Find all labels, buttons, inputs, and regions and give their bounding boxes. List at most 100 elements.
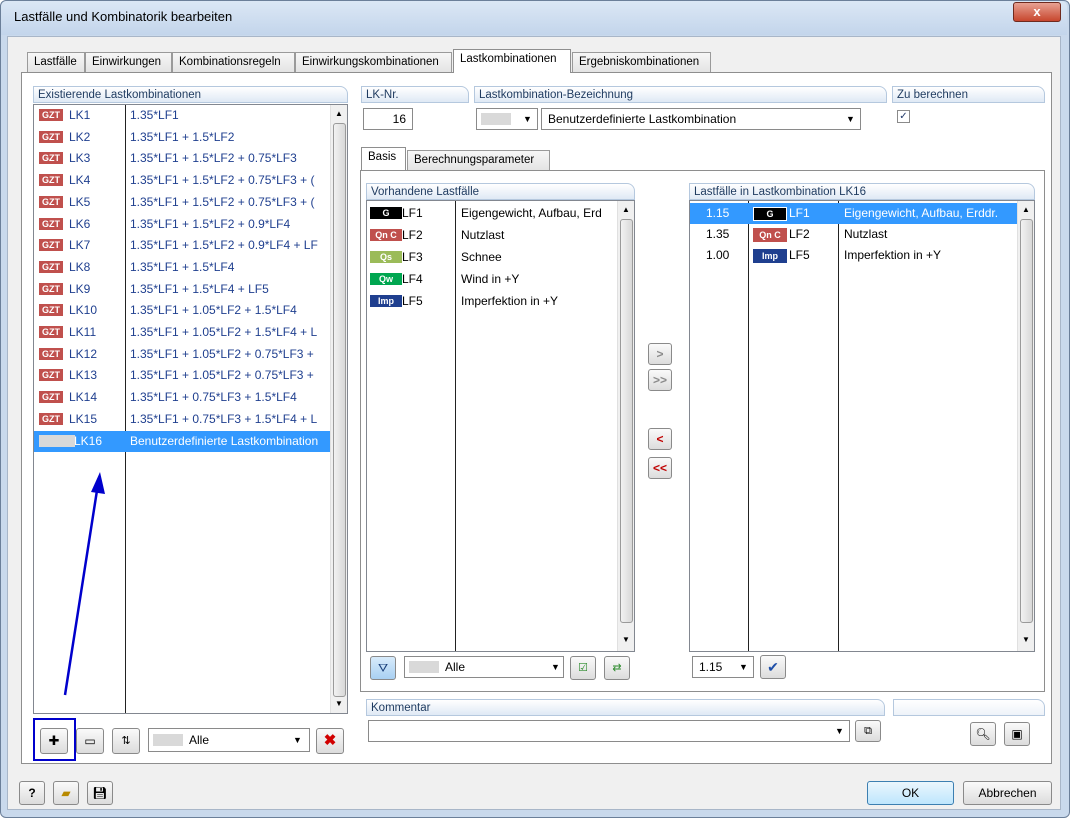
list-item[interactable]: GZT LK5 1.35*LF1 + 1.5*LF2 + 0.75*LF3 + ( xyxy=(34,192,330,213)
ok-button[interactable]: OK xyxy=(867,781,954,805)
cancel-button[interactable]: Abbrechen xyxy=(963,781,1052,805)
list-item[interactable]: GZT LK15 1.35*LF1 + 0.75*LF3 + 1.5*LF4 + L xyxy=(34,409,330,430)
load-case-name: Imperfektion in +Y xyxy=(461,294,559,308)
preview-button[interactable]: 🔍︎ xyxy=(970,722,996,746)
load-type-badge: G xyxy=(753,207,787,221)
scroll-down-icon[interactable]: ▼ xyxy=(1022,635,1030,644)
load-case-id: LF1 xyxy=(402,206,423,220)
scroll-down-icon[interactable]: ▼ xyxy=(622,635,630,644)
factor-value: 1.15 xyxy=(699,660,723,674)
scrollbar[interactable]: ▲ ▼ xyxy=(1017,201,1034,651)
kommentar-edit-button[interactable]: ⧉ xyxy=(855,720,881,742)
tab-lastkombinationen[interactable]: Lastkombinationen xyxy=(453,49,571,73)
close-button[interactable]: x xyxy=(1013,2,1061,22)
help-button[interactable]: ? xyxy=(19,781,45,805)
zu-berechnen-checkbox[interactable]: ✓ xyxy=(897,110,910,123)
list-item[interactable]: GZT LK9 1.35*LF1 + 1.5*LF4 + LF5 xyxy=(34,279,330,300)
list-item[interactable]: GZT LK7 1.35*LF1 + 1.5*LF2 + 0.9*LF4 + LF xyxy=(34,235,330,256)
tab-ergebniskombinationen[interactable]: Ergebniskombinationen xyxy=(572,52,711,72)
scroll-down-icon[interactable]: ▼ xyxy=(335,699,343,708)
chevron-down-icon: ▼ xyxy=(846,114,855,124)
open-button[interactable]: ▰ xyxy=(53,781,79,805)
load-case-item[interactable]: Qn C LF2 Nutzlast xyxy=(367,225,617,246)
tab-einwirkungskombinationen[interactable]: Einwirkungskombinationen xyxy=(295,52,452,72)
existing-filter-select[interactable]: Alle ▼ xyxy=(148,728,310,752)
add-all-button[interactable]: >> xyxy=(648,369,672,391)
combo-load-item[interactable]: 1.00 Imp LF5 Imperfektion in +Y xyxy=(690,245,1017,266)
tab-einwirkungen[interactable]: Einwirkungen xyxy=(85,52,172,72)
scroll-thumb[interactable] xyxy=(1020,219,1033,623)
monitor-icon: ▣ xyxy=(1011,727,1023,741)
scroll-up-icon[interactable]: ▲ xyxy=(335,109,343,118)
load-case-item[interactable]: Qs LF3 Schnee xyxy=(367,247,617,268)
load-case-name: Nutzlast xyxy=(844,227,888,241)
swap-selection-button[interactable]: ⇄ xyxy=(604,656,630,680)
select-all-button[interactable]: ☑ xyxy=(570,656,596,680)
subtab-berechnungsparameter[interactable]: Berechnungsparameter xyxy=(407,150,550,170)
new-combination-button[interactable]: ✚ xyxy=(40,728,68,754)
add-button[interactable]: > xyxy=(648,343,672,365)
list-item[interactable]: GZT LK13 1.35*LF1 + 1.05*LF2 + 0.75*LF3 + xyxy=(34,365,330,386)
new-item-icon: ✚ xyxy=(48,733,60,748)
scroll-thumb[interactable] xyxy=(620,219,633,623)
vorhandene-filter-select[interactable]: Alle ▼ xyxy=(404,656,564,678)
list-item[interactable]: GZT LK10 1.35*LF1 + 1.05*LF2 + 1.5*LF4 xyxy=(34,300,330,321)
remove-all-button[interactable]: << xyxy=(648,457,672,479)
limit-state-badge: GZT xyxy=(39,369,63,382)
combination-formula: 1.35*LF1 + 1.5*LF4 xyxy=(130,259,235,274)
combo-load-item-selected[interactable]: 1.15 G LF1 Eigengewicht, Aufbau, Erddr. xyxy=(690,203,1017,224)
load-type-badge: Imp xyxy=(370,295,402,307)
check-grid-icon: ☑ xyxy=(578,662,588,674)
combination-formula: 1.35*LF1 + 1.5*LF2 + 0.9*LF4 xyxy=(130,216,291,231)
remove-button[interactable]: < xyxy=(648,428,672,450)
scroll-up-icon[interactable]: ▲ xyxy=(622,205,630,214)
filter-button[interactable]: ⛛ xyxy=(370,656,396,680)
load-case-id: LF4 xyxy=(402,272,423,286)
combo-load-item[interactable]: 1.35 Qn C LF2 Nutzlast xyxy=(690,224,1017,245)
load-type-badge: Qw xyxy=(370,273,402,285)
renumber-icon: ⇅ xyxy=(121,735,131,747)
list-item[interactable]: GZT LK12 1.35*LF1 + 1.05*LF2 + 0.75*LF3 + xyxy=(34,344,330,365)
scroll-thumb[interactable] xyxy=(333,123,346,697)
vorhandene-filter-value: Alle xyxy=(445,660,466,674)
list-item[interactable]: GZT LK2 1.35*LF1 + 1.5*LF2 xyxy=(34,127,330,148)
combination-formula: 1.35*LF1 + 1.5*LF2 + 0.9*LF4 + LF xyxy=(130,238,318,253)
bezeichnung-prefix-select[interactable]: ▼ xyxy=(476,108,538,130)
vorhandene-list[interactable]: G LF1 Eigengewicht, Aufbau, Erd Qn C LF2 Nutz… xyxy=(366,200,635,652)
load-case-name: Imperfektion in +Y xyxy=(844,248,942,262)
existing-combinations-header: Existierende Lastkombinationen xyxy=(33,86,348,103)
delete-button[interactable]: ✖ xyxy=(316,728,344,754)
scroll-up-icon[interactable]: ▲ xyxy=(1022,205,1030,214)
load-case-item[interactable]: Qw LF4 Wind in +Y xyxy=(367,269,617,290)
tab-lastfaelle[interactable]: Lastfälle xyxy=(27,52,85,72)
save-button[interactable]: 💾︎ xyxy=(87,781,113,805)
kommentar-select[interactable]: ▼ xyxy=(368,720,850,742)
copy-combination-button[interactable]: ▭ xyxy=(76,728,104,754)
list-item[interactable]: GZT LK8 1.35*LF1 + 1.5*LF4 xyxy=(34,257,330,278)
list-item[interactable]: GZT LK1 1.35*LF1 xyxy=(34,105,330,126)
list-item[interactable]: GZT LK14 1.35*LF1 + 0.75*LF3 + 1.5*LF4 xyxy=(34,387,330,408)
scrollbar[interactable]: ▲ ▼ xyxy=(330,105,347,713)
graphic-button[interactable]: ▣ xyxy=(1004,722,1030,746)
list-item-selected[interactable]: LK16 Benutzerdefinierte Lastkombination xyxy=(34,430,330,452)
factor-select[interactable]: 1.15 ▼ xyxy=(692,656,754,678)
renumber-button[interactable]: ⇅ xyxy=(112,728,140,754)
bezeichnung-select[interactable]: Benutzerdefinierte Lastkombination ▼ xyxy=(541,108,861,130)
load-case-id: LF3 xyxy=(402,250,423,264)
lk-nr-input[interactable]: 16 xyxy=(363,108,413,130)
load-type-badge: Qn C xyxy=(370,229,402,241)
list-item[interactable]: GZT LK4 1.35*LF1 + 1.5*LF2 + 0.75*LF3 + ( xyxy=(34,170,330,191)
list-item[interactable]: GZT LK11 1.35*LF1 + 1.05*LF2 + 1.5*LF4 + L xyxy=(34,322,330,343)
scrollbar[interactable]: ▲ ▼ xyxy=(617,201,634,651)
apply-factor-button[interactable]: ✔ xyxy=(760,655,786,679)
list-item[interactable]: GZT LK6 1.35*LF1 + 1.5*LF2 + 0.9*LF4 xyxy=(34,214,330,235)
list-item[interactable]: GZT LK3 1.35*LF1 + 1.5*LF2 + 0.75*LF3 xyxy=(34,148,330,169)
help-icon: ? xyxy=(28,786,36,800)
subtab-basis[interactable]: Basis xyxy=(361,147,406,170)
load-case-item[interactable]: G LF1 Eigengewicht, Aufbau, Erd xyxy=(367,203,617,224)
tab-kombinationsregeln[interactable]: Kombinationsregeln xyxy=(172,52,295,72)
combination-id: LK11 xyxy=(69,325,97,339)
in-lk-list[interactable]: 1.15 G LF1 Eigengewicht, Aufbau, Erddr. 1.35… xyxy=(689,200,1035,652)
load-case-item[interactable]: Imp LF5 Imperfektion in +Y xyxy=(367,291,617,312)
load-case-name: Wind in +Y xyxy=(461,272,520,286)
